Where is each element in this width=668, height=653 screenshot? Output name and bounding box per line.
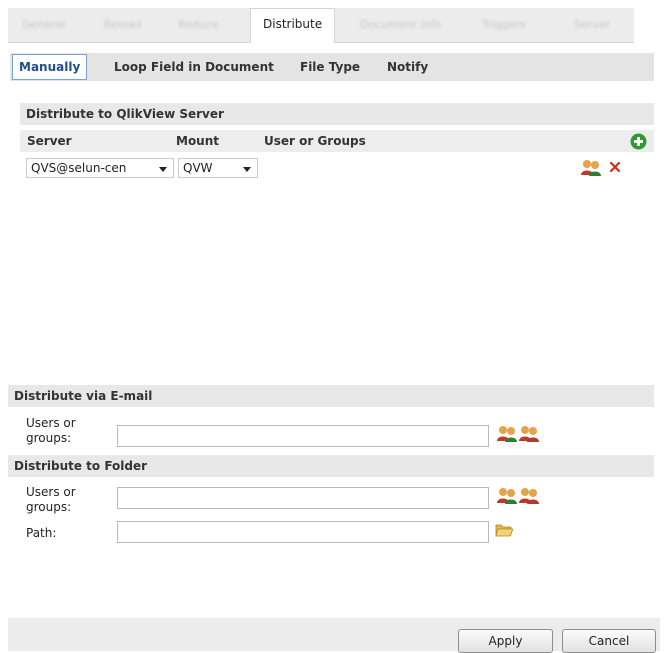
tab-reload[interactable]: Reload xyxy=(104,14,141,36)
apply-button[interactable]: Apply xyxy=(458,629,553,653)
folder-users-label-line2: groups: xyxy=(26,500,72,514)
mount-select-value: QVW xyxy=(183,161,213,175)
main-tab-bar: General Reload Reduce Distribute Documen… xyxy=(8,8,634,43)
path-label: Path: xyxy=(26,526,57,540)
users-column-header: User or Groups xyxy=(264,134,366,148)
subtab-manually[interactable]: Manually xyxy=(12,54,88,80)
tab-triggers[interactable]: Triggers xyxy=(482,14,526,36)
tab-document-info[interactable]: Document Info xyxy=(360,14,441,36)
server-select-value: QVS@selun-cen xyxy=(31,161,127,175)
server-select[interactable]: QVS@selun-cen xyxy=(26,158,174,178)
remove-users-icon[interactable] xyxy=(518,425,540,442)
chevron-down-icon xyxy=(243,167,251,172)
remove-users-icon[interactable] xyxy=(518,487,540,504)
tab-distribute[interactable]: Distribute xyxy=(250,8,336,43)
cancel-button[interactable]: Cancel xyxy=(562,629,656,653)
chevron-down-icon xyxy=(159,167,167,172)
add-icon[interactable] xyxy=(630,133,647,150)
folder-section-title: Distribute to Folder xyxy=(8,455,654,477)
subtab-loop-field[interactable]: Loop Field in Document xyxy=(114,53,274,81)
mount-column-header: Mount xyxy=(176,134,220,148)
path-input[interactable] xyxy=(117,521,489,543)
email-users-input[interactable] xyxy=(117,425,489,447)
email-users-label-line2: groups: xyxy=(26,431,72,445)
folder-icon[interactable] xyxy=(495,523,513,537)
users-icon[interactable] xyxy=(580,159,602,176)
tab-general[interactable]: General xyxy=(22,14,65,36)
folder-users-input[interactable] xyxy=(117,487,489,509)
email-section-title: Distribute via E-mail xyxy=(8,385,654,407)
subtab-notify[interactable]: Notify xyxy=(387,53,428,81)
tab-server[interactable]: Server xyxy=(574,14,610,36)
folder-users-label-line1: Users or xyxy=(26,485,76,499)
add-users-icon[interactable] xyxy=(496,487,518,504)
sub-tab-bar: Manually Loop Field in Document File Typ… xyxy=(10,53,654,81)
qlikview-server-section-title: Distribute to QlikView Server xyxy=(20,103,654,125)
tab-reduce[interactable]: Reduce xyxy=(178,14,219,36)
remove-icon[interactable] xyxy=(609,161,621,173)
add-users-icon[interactable] xyxy=(496,425,518,442)
subtab-file-type[interactable]: File Type xyxy=(300,53,360,81)
mount-select[interactable]: QVW xyxy=(178,158,258,178)
email-users-label-line1: Users or xyxy=(26,416,76,430)
server-column-header: Server xyxy=(27,134,72,148)
